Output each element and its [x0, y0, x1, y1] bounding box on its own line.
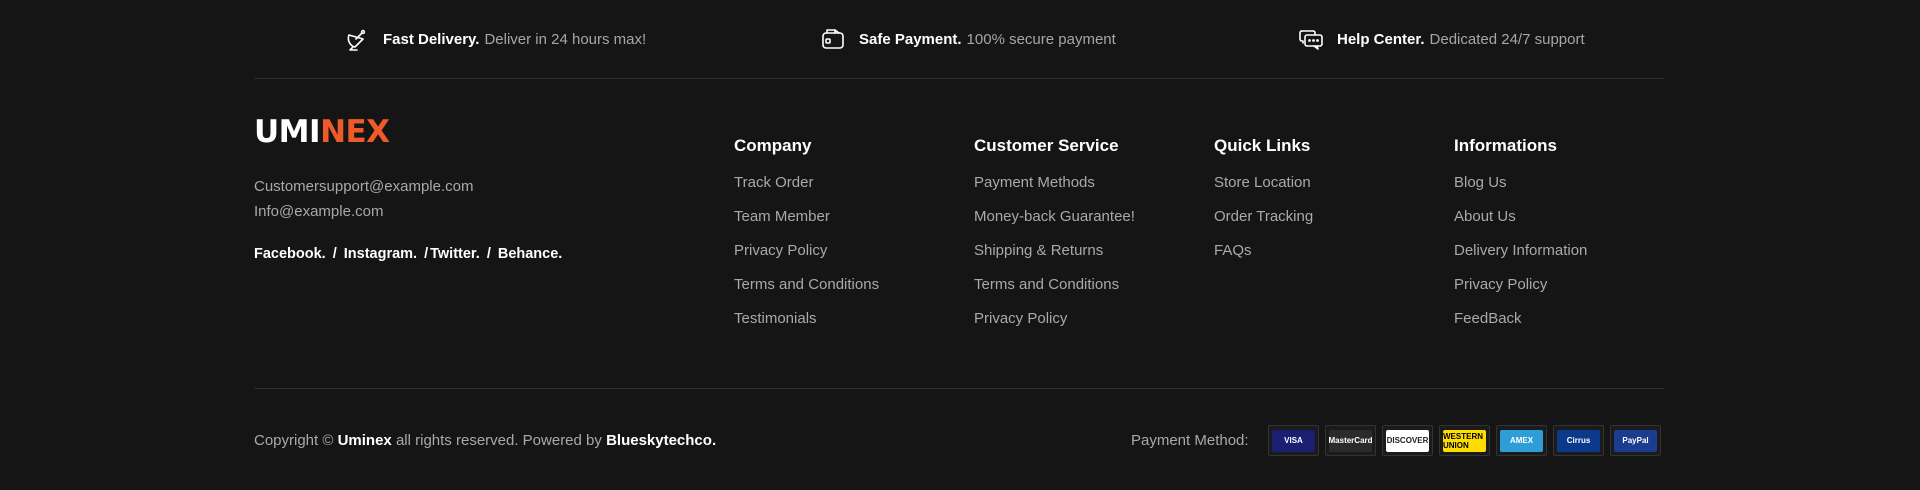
feature-safe-payment: Safe Payment. 100% secure payment [819, 24, 1116, 54]
card-label: PayPal [1614, 429, 1657, 452]
social-separator: / [332, 246, 337, 262]
card-label: VISA [1272, 429, 1315, 452]
footer-link[interactable]: Money-back Guarantee! [974, 206, 1135, 240]
footer-link[interactable]: Terms and Conditions [734, 274, 879, 308]
card-label: AMEX [1500, 429, 1543, 452]
western-union-card-icon: WESTERN UNION [1439, 425, 1490, 456]
feature-title: Fast Delivery. [383, 30, 480, 48]
card-label: WESTERN UNION [1443, 429, 1486, 452]
social-separator: / [486, 246, 491, 262]
feature-title: Help Center. [1337, 30, 1425, 48]
info-email-link[interactable]: Info@example.com [254, 199, 562, 224]
footer-link[interactable]: Terms and Conditions [974, 274, 1135, 308]
footer-column-customer-service: Customer Service Payment Methods Money-b… [974, 136, 1135, 342]
card-label: Cirrus [1557, 429, 1600, 452]
visa-card-icon: VISA [1268, 425, 1319, 456]
feature-text: Deliver in 24 hours max! [484, 30, 647, 48]
footer-link[interactable]: Payment Methods [974, 172, 1135, 206]
footer-column-informations: Informations Blog Us About Us Delivery I… [1454, 136, 1587, 342]
footer-link[interactable]: FeedBack [1454, 308, 1587, 342]
footer-link[interactable]: Shipping & Returns [974, 240, 1135, 274]
behance-link[interactable]: Behance. [498, 246, 562, 262]
card-label: MasterCard [1329, 429, 1373, 452]
column-title: Company [734, 136, 812, 155]
facebook-link[interactable]: Facebook. [254, 246, 326, 262]
footer-link[interactable]: Testimonials [734, 308, 879, 342]
social-separator: / [424, 246, 429, 262]
payment-method-label: Payment Method: [1131, 432, 1249, 449]
logo-text-white: UMI [254, 114, 321, 150]
copyright-prefix: Copyright © [254, 432, 334, 449]
brand-block: UMI NEX Customersupport@example.com Info… [254, 108, 562, 262]
amex-card-icon: AMEX [1496, 425, 1547, 456]
contact-emails: Customersupport@example.com Info@example… [254, 174, 562, 224]
powered-by-link[interactable]: Blueskytechco. [606, 432, 716, 449]
feature-title: Safe Payment. [859, 30, 962, 48]
footer-link[interactable]: Delivery Information [1454, 240, 1587, 274]
social-links: Facebook. / Instagram. / Twitter. / Beha… [254, 246, 562, 262]
paypal-card-icon: PayPal [1610, 425, 1661, 456]
satellite-dish-icon [343, 25, 371, 53]
feature-text: 100% secure payment [966, 30, 1116, 48]
discover-card-icon: DISCOVER [1382, 425, 1433, 456]
footer-link[interactable]: Privacy Policy [974, 308, 1135, 342]
footer-bottom-bar: Copyright © Uminex all rights reserved. … [254, 388, 1664, 490]
support-email-link[interactable]: Customersupport@example.com [254, 174, 562, 199]
footer-link[interactable]: Track Order [734, 172, 879, 206]
card-label: DISCOVER [1386, 429, 1429, 452]
copyright-brand-link[interactable]: Uminex [338, 432, 392, 449]
footer-link[interactable]: Blog Us [1454, 172, 1587, 206]
column-title: Informations [1454, 136, 1557, 155]
footer-link[interactable]: Order Tracking [1214, 206, 1313, 240]
column-title: Customer Service [974, 136, 1119, 155]
logo[interactable]: UMI NEX [254, 108, 562, 156]
footer-column-company: Company Track Order Team Member Privacy … [734, 136, 879, 342]
footer-link[interactable]: Team Member [734, 206, 879, 240]
footer-link[interactable]: Privacy Policy [1454, 274, 1587, 308]
instagram-link[interactable]: Instagram. [344, 246, 417, 262]
footer-link[interactable]: About Us [1454, 206, 1587, 240]
wallet-icon [819, 25, 847, 53]
footer-column-quick-links: Quick Links Store Location Order Trackin… [1214, 136, 1313, 274]
column-title: Quick Links [1214, 136, 1311, 155]
copyright-middle: all rights reserved. Powered by [395, 432, 602, 449]
feature-fast-delivery: Fast Delivery. Deliver in 24 hours max! [343, 24, 646, 54]
footer-link[interactable]: Store Location [1214, 172, 1313, 206]
copyright-text: Copyright © Uminex all rights reserved. … [254, 432, 716, 449]
feature-strip: Fast Delivery. Deliver in 24 hours max! … [254, 0, 1664, 79]
footer-link[interactable]: FAQs [1214, 240, 1313, 274]
feature-text: Dedicated 24/7 support [1429, 30, 1585, 48]
chat-bubbles-icon [1297, 25, 1325, 53]
payment-cards: VISA MasterCard DISCOVER WESTERN UNION AMEX C… [1268, 425, 1667, 456]
logo-text-accent: NEX [320, 114, 390, 150]
mastercard-card-icon: MasterCard [1325, 425, 1376, 456]
feature-help-center: Help Center. Dedicated 24/7 support [1297, 24, 1585, 54]
cirrus-card-icon: Cirrus [1553, 425, 1604, 456]
twitter-link[interactable]: Twitter. [430, 246, 480, 262]
footer-link[interactable]: Privacy Policy [734, 240, 879, 274]
